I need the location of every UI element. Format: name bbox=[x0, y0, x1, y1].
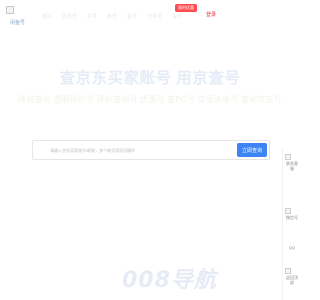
nav-item-protect[interactable]: 保号 bbox=[172, 13, 182, 20]
nav-item-buy[interactable]: 买号 bbox=[87, 13, 97, 20]
float-label: 微信号 bbox=[286, 215, 298, 220]
header: 闲鱼号 首页 资讯号 买号 卖号 租号 交易号 保号 限时优惠 登录 bbox=[0, 0, 300, 30]
search-input[interactable] bbox=[33, 141, 269, 159]
float-item-service[interactable]: 联系客服 bbox=[285, 154, 299, 171]
float-item-top[interactable]: 返回顶部 bbox=[285, 268, 299, 285]
nav-item-home[interactable]: 首页 bbox=[42, 13, 52, 20]
promo-badge: 限时优惠 bbox=[175, 4, 197, 12]
service-icon bbox=[285, 154, 291, 160]
hero-title: 查京东买家账号 用京查号 bbox=[59, 70, 241, 87]
watermark-logo: 008导航 bbox=[122, 268, 217, 293]
float-label: 联系客服 bbox=[286, 161, 298, 171]
nav-item-sell[interactable]: 卖号 bbox=[107, 13, 117, 20]
hero-subtitle: 降权查询 透明评价号 评价查询号 优惠号 查PC号 京豆派单号 查询京东号 bbox=[18, 95, 282, 104]
logo[interactable]: 闲鱼号 bbox=[6, 6, 32, 26]
nav-item-news[interactable]: 资讯号 bbox=[62, 13, 77, 20]
back-to-top-icon bbox=[285, 268, 291, 274]
logo-image-icon bbox=[6, 6, 14, 14]
float-label: 返回顶部 bbox=[286, 275, 298, 285]
login-link[interactable]: 登录 bbox=[206, 11, 216, 18]
logo-text: 闲鱼号 bbox=[10, 20, 26, 26]
nav-item-trade[interactable]: 交易号 bbox=[147, 13, 162, 20]
float-item-qq[interactable]: QQ bbox=[285, 244, 299, 250]
float-sidebar: 联系客服 微信号 QQ 返回顶部 bbox=[282, 148, 300, 300]
search-box: 立即查询 bbox=[32, 140, 270, 160]
wechat-icon bbox=[285, 208, 291, 214]
top-nav: 首页 资讯号 买号 卖号 租号 交易号 保号 bbox=[42, 11, 182, 21]
float-label: QQ bbox=[288, 245, 296, 250]
nav-item-rent[interactable]: 租号 bbox=[127, 13, 137, 20]
float-item-wechat[interactable]: 微信号 bbox=[285, 208, 299, 220]
search-button[interactable]: 立即查询 bbox=[237, 143, 267, 157]
